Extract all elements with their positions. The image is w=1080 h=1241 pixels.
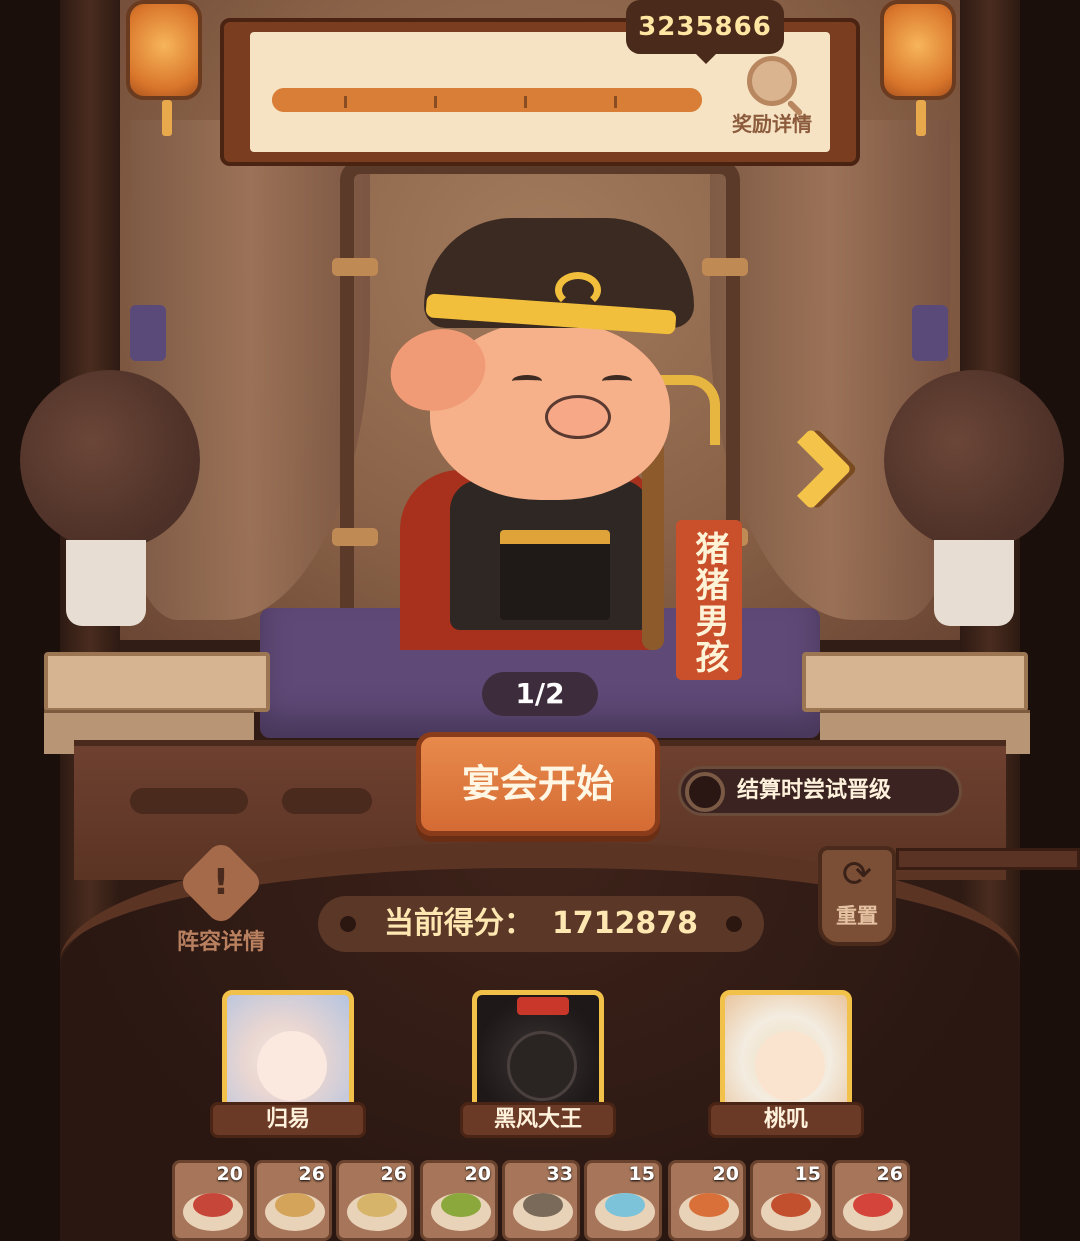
- character-pig-boy[interactable]: [379, 210, 720, 660]
- progress-tick: [614, 96, 617, 108]
- counter-slot: [282, 788, 372, 814]
- dish-count: 15: [794, 1163, 821, 1185]
- lantern-icon: [126, 0, 202, 136]
- crown-icon: [517, 997, 569, 1015]
- toggle-knob: [685, 772, 725, 812]
- character-name-banner: 猪猪男孩: [676, 520, 742, 680]
- dish-slot[interactable]: 15: [584, 1160, 662, 1241]
- pig-eye: [512, 375, 542, 387]
- reset-label: 重置: [836, 904, 878, 928]
- dish-food: [193, 1193, 233, 1217]
- left-edge: [0, 0, 60, 1241]
- progress-tick: [434, 96, 437, 108]
- dish-food: [853, 1193, 893, 1217]
- hero-card[interactable]: 黑风大王: [460, 990, 620, 1146]
- dish-slot[interactable]: 20: [172, 1160, 250, 1241]
- right-edge: [1020, 0, 1080, 1241]
- dish-slot[interactable]: 26: [832, 1160, 910, 1241]
- character-page-indicator: 1/2: [482, 672, 598, 716]
- progress-tick: [524, 96, 527, 108]
- top-score-bubble: 3235866: [626, 0, 784, 64]
- reward-progress-fill: [272, 88, 702, 112]
- reward-details-button[interactable]: 奖励详情: [722, 56, 822, 142]
- pig-eye: [602, 375, 632, 387]
- lantern-icon: [880, 0, 956, 136]
- dish-count: 20: [216, 1163, 243, 1185]
- hero-name: 黑风大王: [460, 1102, 616, 1138]
- left-ledge: [44, 652, 270, 712]
- frame-knot: [332, 528, 378, 546]
- headband-swirl: [555, 272, 601, 308]
- dish-food: [771, 1193, 811, 1217]
- reset-bar: [896, 848, 1080, 870]
- dish-count: 33: [546, 1163, 573, 1185]
- dish-food: [605, 1193, 645, 1217]
- dish-slot[interactable]: 26: [254, 1160, 332, 1241]
- dish-food: [275, 1193, 315, 1217]
- plant-pot: [66, 540, 146, 626]
- dish-count: 20: [464, 1163, 491, 1185]
- potted-plant-icon: [20, 370, 200, 550]
- hero-portrait: [720, 990, 852, 1118]
- current-score-label: 当前得分：: [383, 906, 534, 941]
- game-screen: 3235866 奖励详情 猪猪男孩 1/2 宴会开始 结算时尝试晋级 ! 阵容详…: [0, 0, 1080, 1241]
- wall-bracket-icon: [912, 305, 948, 361]
- dish-slot[interactable]: 20: [668, 1160, 746, 1241]
- dish-count: 26: [876, 1163, 903, 1185]
- right-ledge: [802, 652, 1028, 712]
- banquet-start-button[interactable]: 宴会开始: [416, 732, 660, 836]
- hero-card[interactable]: 桃叽: [708, 990, 868, 1146]
- plant-pot: [934, 540, 1014, 626]
- counter-slot: [130, 788, 248, 814]
- hero-portrait: [222, 990, 354, 1118]
- pill-dot: [340, 916, 356, 932]
- hero-name: 归易: [210, 1102, 366, 1138]
- reward-details-label: 奖励详情: [732, 112, 812, 136]
- staff-icon: [642, 440, 664, 650]
- hero-face: [257, 1031, 327, 1101]
- reward-progress-bar: [272, 88, 702, 112]
- magnifier-icon: [747, 56, 797, 106]
- dish-food: [689, 1193, 729, 1217]
- progress-tick: [344, 96, 347, 108]
- hero-face: [507, 1031, 577, 1101]
- current-score-pill: 当前得分： 1712878: [318, 896, 764, 952]
- frame-knot: [332, 258, 378, 276]
- dish-food: [441, 1193, 481, 1217]
- exclamation-icon: !: [177, 839, 265, 927]
- dish-slot[interactable]: 15: [750, 1160, 828, 1241]
- dish-count: 26: [298, 1163, 325, 1185]
- dish-count: 26: [380, 1163, 407, 1185]
- book-icon: [500, 530, 610, 620]
- current-score-value: 1712878: [551, 906, 699, 941]
- hero-portrait: [472, 990, 604, 1118]
- dish-slot[interactable]: 26: [336, 1160, 414, 1241]
- next-character-arrow[interactable]: [769, 420, 856, 520]
- pig-snout: [545, 395, 611, 439]
- potted-plant-icon: [884, 370, 1064, 550]
- dish-slot[interactable]: 20: [420, 1160, 498, 1241]
- dish-food: [357, 1193, 397, 1217]
- hero-name: 桃叽: [708, 1102, 864, 1138]
- dish-food: [523, 1193, 563, 1217]
- dish-count: 20: [712, 1163, 739, 1185]
- pill-dot: [726, 916, 742, 932]
- reset-button[interactable]: ⟳ 重置: [818, 846, 896, 946]
- lineup-details-label: 阵容详情: [176, 930, 265, 955]
- wall-bracket-icon: [130, 305, 166, 361]
- hero-face: [755, 1031, 825, 1101]
- promote-toggle[interactable]: 结算时尝试晋级: [678, 766, 962, 816]
- lineup-details-button[interactable]: ! 阵容详情: [166, 839, 276, 955]
- promote-label: 结算时尝试晋级: [737, 778, 892, 803]
- refresh-icon: ⟳: [841, 854, 873, 895]
- dish-count: 15: [628, 1163, 655, 1185]
- hero-card[interactable]: 归易: [210, 990, 370, 1146]
- dish-slot[interactable]: 33: [502, 1160, 580, 1241]
